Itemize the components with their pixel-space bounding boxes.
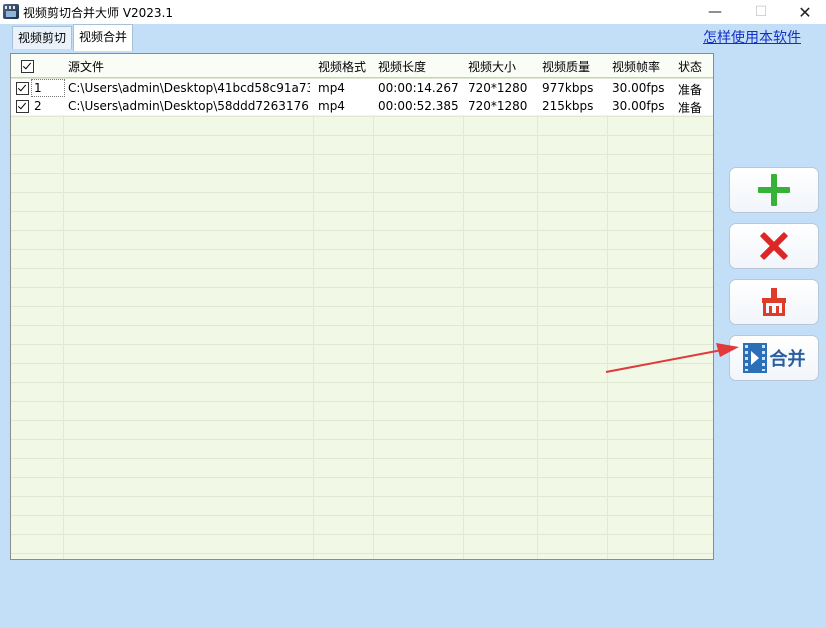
row-size: 720*1280 bbox=[468, 81, 528, 95]
row-checkbox[interactable] bbox=[16, 100, 29, 113]
col-fps[interactable]: 视频帧率 bbox=[612, 58, 660, 75]
select-all-checkbox[interactable] bbox=[21, 60, 34, 73]
title-bar: 视频剪切合并大师 V2023.1 — ☐ ✕ bbox=[0, 0, 826, 24]
tab-video-cut[interactable]: 视频剪切 bbox=[12, 26, 73, 49]
col-size[interactable]: 视频大小 bbox=[468, 58, 516, 75]
delete-file-button[interactable] bbox=[729, 223, 819, 269]
maximize-button[interactable]: ☐ bbox=[738, 0, 784, 24]
row-source: C:\Users\admin\Desktop\58ddd7263176... bbox=[68, 99, 310, 113]
file-list-grid[interactable]: 源文件 视频格式 视频长度 视频大小 视频质量 视频帧率 状态 1 C:\Use… bbox=[10, 53, 714, 560]
add-file-button[interactable] bbox=[729, 167, 819, 213]
tab-video-merge[interactable]: 视频合并 bbox=[73, 24, 134, 51]
merge-button[interactable]: 合并 bbox=[729, 335, 819, 381]
row-index: 2 bbox=[34, 99, 42, 113]
close-button[interactable]: ✕ bbox=[782, 0, 826, 24]
col-quality[interactable]: 视频质量 bbox=[542, 58, 590, 75]
row-duration: 00:00:52.385 bbox=[378, 99, 459, 113]
row-source: C:\Users\admin\Desktop\41bcd58c91a73... bbox=[68, 81, 310, 95]
grid-header: 源文件 视频格式 视频长度 视频大小 视频质量 视频帧率 状态 bbox=[11, 54, 713, 78]
broom-icon bbox=[762, 288, 786, 316]
row-format: mp4 bbox=[318, 81, 345, 95]
row-status: 准备 bbox=[678, 83, 703, 97]
col-duration[interactable]: 视频长度 bbox=[378, 58, 426, 75]
row-quality: 215kbps bbox=[542, 99, 594, 113]
x-icon bbox=[759, 231, 789, 261]
merge-button-label: 合并 bbox=[769, 349, 806, 370]
col-status[interactable]: 状态 bbox=[678, 58, 702, 75]
row-size: 720*1280 bbox=[468, 99, 528, 113]
row-fps: 30.00fps bbox=[612, 81, 665, 95]
row-checkbox[interactable] bbox=[16, 82, 29, 95]
plus-icon bbox=[758, 174, 790, 206]
clear-list-button[interactable] bbox=[729, 279, 819, 325]
row-index: 1 bbox=[34, 81, 42, 95]
row-status: 准备 bbox=[678, 101, 703, 115]
col-format[interactable]: 视频格式 bbox=[318, 58, 366, 75]
minimize-button[interactable]: — bbox=[692, 0, 738, 24]
row-fps: 30.00fps bbox=[612, 99, 665, 113]
app-film-icon bbox=[3, 4, 19, 19]
window-title: 视频剪切合并大师 V2023.1 bbox=[23, 6, 174, 20]
table-row[interactable]: 1 C:\Users\admin\Desktop\41bcd58c91a73..… bbox=[11, 79, 713, 97]
row-quality: 977kbps bbox=[542, 81, 594, 95]
help-link[interactable]: 怎样使用本软件 bbox=[703, 27, 801, 47]
table-row[interactable]: 2 C:\Users\admin\Desktop\58ddd7263176...… bbox=[11, 97, 713, 115]
row-duration: 00:00:14.267 bbox=[378, 81, 459, 95]
col-source[interactable]: 源文件 bbox=[68, 58, 104, 75]
film-merge-icon bbox=[742, 343, 767, 373]
row-format: mp4 bbox=[318, 99, 345, 113]
